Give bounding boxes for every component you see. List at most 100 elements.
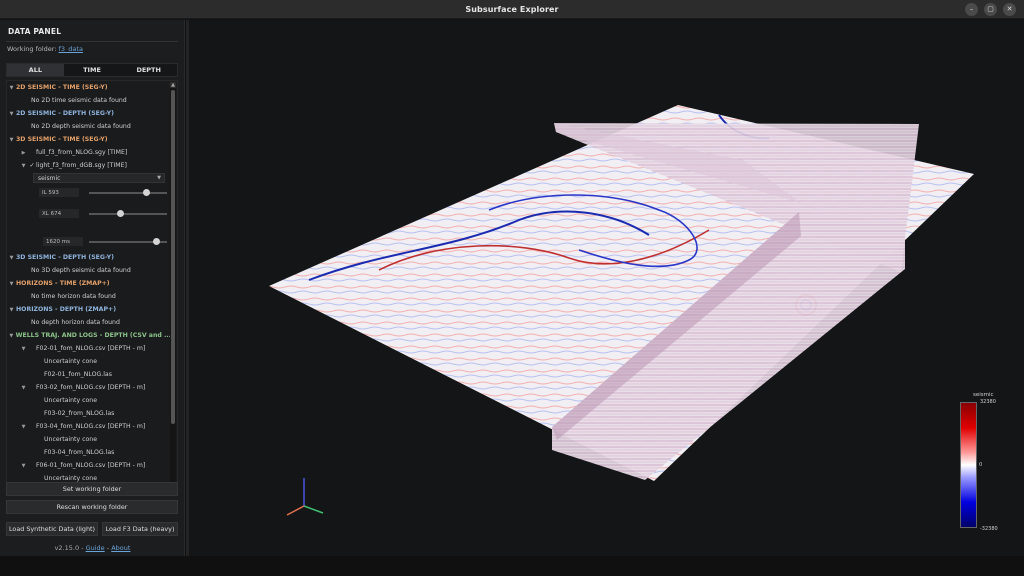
window-controls: – ▢ ✕ (965, 3, 1016, 16)
3d-viewport[interactable] (189, 20, 1024, 556)
tree-item-cone[interactable]: Uncertainty cone (7, 433, 171, 446)
empty-note: No 2D time seismic data found (7, 94, 171, 107)
tree-item-las[interactable]: F03-04_from_NLOG.las (7, 446, 171, 459)
tree-item-well[interactable]: ▼ F03-02_fom_NLOG.csv [DEPTH - m] (7, 381, 171, 394)
empty-text: No time horizon data found (31, 293, 116, 300)
time-slider-handle[interactable] (152, 238, 160, 245)
section-label: HORIZONS - TIME (ZMAP+) (16, 280, 110, 287)
set-working-folder-button[interactable]: Set working folder (6, 482, 178, 496)
load-f3-button[interactable]: Load F3 Data (heavy) (102, 522, 178, 536)
working-folder: Working folder: f3_data (7, 45, 83, 53)
colorbar-title: seismic (973, 392, 994, 398)
time-value: 1620 ms (43, 237, 83, 246)
colorbar-mid: 0 (979, 462, 983, 468)
about-link[interactable]: About (111, 544, 130, 552)
well-label: F03-02_fom_NLOG.csv [DEPTH - m] (36, 384, 146, 391)
cone-label: Uncertainty cone (44, 436, 98, 443)
tree-item-cone[interactable]: Uncertainty cone (7, 394, 171, 407)
section-horizons-depth[interactable]: ▼ HORIZONS - DEPTH (ZMAP+) (7, 303, 171, 316)
chevron-down-icon[interactable]: ▼ (19, 463, 28, 469)
tree-item-well[interactable]: ▼ F03-04_fom_NLOG.csv [DEPTH - m] (7, 420, 171, 433)
empty-text: No 2D depth seismic data found (31, 123, 131, 130)
chevron-down-icon: ▼ (9, 136, 14, 143)
tree-item-full-f3[interactable]: ▶ full_f3_from_NLOG.sgy [TIME] (7, 146, 171, 159)
section-2d-time[interactable]: ▼ 2D SEISMIC - TIME (SEG-Y) (7, 81, 171, 94)
chevron-down-icon[interactable]: ▼ (19, 346, 28, 352)
chevron-down-icon[interactable]: ▼ (19, 424, 28, 430)
working-folder-link[interactable]: f3_data (59, 45, 83, 53)
las-label: F03-04_from_NLOG.las (44, 449, 115, 456)
empty-text: No depth horizon data found (31, 319, 120, 326)
empty-note: No time horizon data found (7, 290, 171, 303)
chevron-down-icon: ▼ (9, 110, 14, 117)
axis-gizmo (286, 478, 324, 516)
las-label: F03-02_from_NLOG.las (44, 410, 115, 417)
scroll-thumb[interactable] (171, 90, 175, 424)
section-horizons-time[interactable]: ▼ HORIZONS - TIME (ZMAP+) (7, 277, 171, 290)
section-label: HORIZONS - DEPTH (ZMAP+) (16, 306, 117, 313)
close-icon[interactable]: ✕ (1003, 3, 1016, 16)
cone-label: Uncertainty cone (44, 397, 98, 404)
tree-item-well[interactable]: ▼ F06-01_fom_NLOG.csv [DEPTH - m] (7, 459, 171, 472)
y-axis (303, 505, 324, 514)
tree-item-las[interactable]: F02-01_fom_NLOG.las (7, 368, 171, 381)
section-label: 2D SEISMIC - DEPTH (SEG-Y) (16, 110, 114, 117)
section-3d-time[interactable]: ▼ 3D SEISMIC - TIME (SEG-Y) (7, 133, 171, 146)
tab-bar: ALL TIME DEPTH (6, 63, 178, 77)
empty-text: No 3D depth seismic data found (31, 267, 131, 274)
working-folder-label: Working folder: (7, 45, 57, 53)
tree-scrollbar[interactable]: ▲ ▼ (170, 82, 176, 495)
inline-value: IL 593 (39, 188, 79, 197)
load-synthetic-button[interactable]: Load Synthetic Data (light) (6, 522, 98, 536)
chevron-down-icon[interactable]: ▼ (19, 385, 28, 391)
colorbar-max: 32380 (980, 399, 996, 405)
crossline-value: XL 674 (39, 209, 79, 218)
panel-title: DATA PANEL (8, 27, 62, 36)
crossline-slider-handle[interactable] (116, 210, 124, 217)
version-footer: v2.15.0 - Guide - About (0, 544, 185, 552)
section-2d-depth[interactable]: ▼ 2D SEISMIC - DEPTH (SEG-Y) (7, 107, 171, 120)
file-label: full_f3_from_NLOG.sgy [TIME] (36, 149, 128, 156)
tree-item-las[interactable]: F03-02_from_NLOG.las (7, 407, 171, 420)
attribute-select[interactable]: seismic ▼ (33, 173, 165, 183)
section-label: WELLS TRAJ. AND LOGS - DEPTH (CSV and ..… (15, 332, 171, 339)
cone-label: Uncertainty cone (44, 475, 98, 482)
tree-item-well[interactable]: ▼ F02-01_fom_NLOG.csv [DEPTH - m] (7, 342, 171, 355)
chevron-down-icon: ▼ (9, 280, 14, 287)
tab-depth[interactable]: DEPTH (120, 64, 177, 76)
guide-link[interactable]: Guide (86, 544, 105, 552)
chevron-down-icon[interactable]: ▼ (19, 163, 28, 169)
colorbar-min: -32380 (980, 526, 998, 532)
chevron-down-icon: ▼ (9, 332, 14, 339)
cone-label: Uncertainty cone (44, 358, 98, 365)
empty-text: No 2D time seismic data found (31, 97, 127, 104)
minimize-icon[interactable]: – (965, 3, 978, 16)
chevron-down-icon: ▼ (9, 306, 14, 313)
crossline-slider[interactable] (89, 213, 167, 215)
title-bar: Subsurface Explorer – ▢ ✕ (0, 0, 1024, 19)
tree-item-cone[interactable]: Uncertainty cone (7, 355, 171, 368)
tab-all[interactable]: ALL (7, 64, 64, 76)
maximize-icon[interactable]: ▢ (984, 3, 997, 16)
inline-slider-handle[interactable] (143, 189, 151, 196)
section-wells[interactable]: ▼ WELLS TRAJ. AND LOGS - DEPTH (CSV and .… (7, 329, 171, 342)
empty-note: No 2D depth seismic data found (7, 120, 171, 133)
section-3d-depth[interactable]: ▼ 3D SEISMIC - DEPTH (SEG-Y) (7, 251, 171, 264)
section-label: 3D SEISMIC - DEPTH (SEG-Y) (16, 254, 114, 261)
data-panel: DATA PANEL Working folder: f3_data ALL T… (0, 20, 185, 556)
empty-note: No 3D depth seismic data found (7, 264, 171, 277)
scroll-up-icon[interactable]: ▲ (170, 82, 176, 88)
version-text: v2.15.0 - (54, 544, 84, 552)
data-tree[interactable]: ▼ 2D SEISMIC - TIME (SEG-Y) No 2D time se… (6, 80, 178, 496)
status-bar (0, 556, 1024, 576)
separator: - (106, 544, 110, 552)
inline-slider[interactable] (89, 192, 167, 194)
chevron-right-icon[interactable]: ▶ (19, 150, 28, 156)
checkmark-icon[interactable]: ✓ (28, 162, 36, 169)
rescan-working-folder-button[interactable]: Rescan working folder (6, 500, 178, 514)
chevron-down-icon: ▼ (9, 254, 14, 261)
tab-time[interactable]: TIME (64, 64, 121, 76)
tree-item-light-f3[interactable]: ▼ ✓ light_f3_from_dGB.sgy [TIME] (7, 159, 171, 172)
colorbar (960, 402, 977, 528)
well-label: F06-01_fom_NLOG.csv [DEPTH - m] (36, 462, 146, 469)
